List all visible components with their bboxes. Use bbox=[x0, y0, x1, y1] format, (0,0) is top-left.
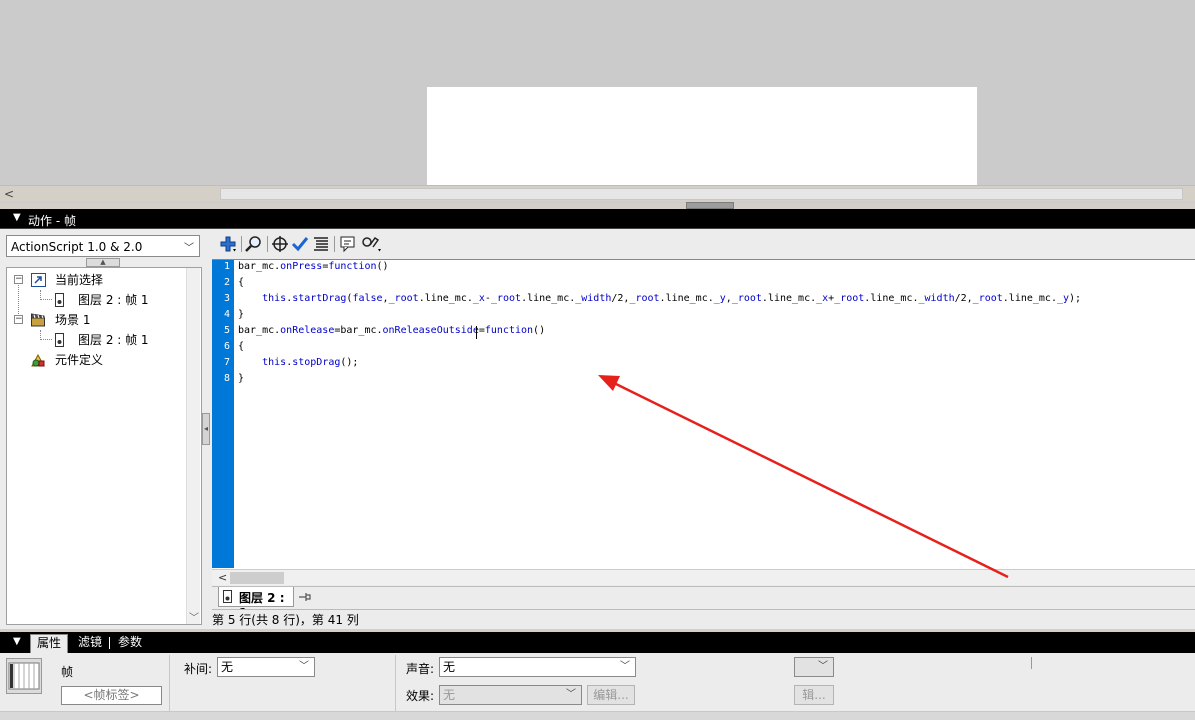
tween-label: 补间: bbox=[184, 662, 213, 676]
tree-item-scene[interactable]: − 场景 1 bbox=[7, 310, 187, 330]
sync-select[interactable]: ﹀ bbox=[794, 657, 834, 677]
line-number: 1 bbox=[223, 261, 230, 272]
properties-panel-title-bar[interactable]: ▼ 属性 滤镜 参数 bbox=[0, 632, 1195, 653]
effect-value: 无 bbox=[443, 688, 456, 702]
sound-value: 无 bbox=[443, 660, 456, 674]
code-line[interactable]: bar_mc.onPress=function() bbox=[238, 259, 389, 275]
collapse-triangle-icon[interactable]: ▼ bbox=[13, 212, 21, 223]
actions-panel-title-bar[interactable]: ▼ 动作 - 帧 bbox=[0, 209, 1195, 229]
script-navigator-tree[interactable]: − 当前选择 图层 2 : 帧 1 − 场景 1 图层 2 : 帧 1 元件定义 bbox=[6, 267, 202, 625]
line-number: 6 bbox=[223, 341, 230, 352]
collapse-triangle-icon[interactable]: ▼ bbox=[13, 636, 21, 647]
chevron-down-icon: ﹀ bbox=[184, 243, 194, 254]
scene-clapper-icon bbox=[31, 313, 46, 327]
sound-select[interactable]: 无 ﹀ bbox=[439, 657, 636, 677]
tween-select[interactable]: 无 ﹀ bbox=[217, 657, 315, 677]
code-line[interactable]: } bbox=[238, 307, 244, 323]
panel-resize-handle[interactable] bbox=[686, 202, 734, 209]
add-statement-icon[interactable] bbox=[218, 234, 238, 254]
line-number-gutter: 1 2 3 4 5 6 7 8 bbox=[212, 260, 234, 568]
scrollbar-thumb[interactable] bbox=[220, 188, 1183, 200]
tree-scroll-up-button[interactable]: ▲ bbox=[86, 258, 120, 267]
tab-filters[interactable]: 滤镜 bbox=[72, 634, 108, 653]
chevron-down-icon: ﹀ bbox=[566, 689, 576, 700]
edit-effect-button[interactable]: 编辑... bbox=[587, 685, 635, 705]
stage-horizontal-scrollbar[interactable]: < bbox=[0, 185, 1195, 202]
tree-item-label: 图层 2 : 帧 1 bbox=[78, 333, 149, 347]
properties-bottom-row bbox=[0, 711, 1195, 720]
tree-item-current-selection[interactable]: − 当前选择 bbox=[7, 270, 187, 290]
line-number: 7 bbox=[223, 357, 230, 368]
effect-label: 效果: bbox=[406, 689, 435, 703]
stage-canvas[interactable] bbox=[427, 87, 977, 185]
code-hint-icon[interactable] bbox=[338, 234, 358, 254]
current-selection-icon bbox=[31, 273, 46, 287]
line-number: 2 bbox=[223, 277, 230, 288]
frame-script-icon bbox=[223, 590, 232, 603]
tree-item-current-frame[interactable]: 图层 2 : 帧 1 bbox=[7, 290, 187, 310]
tab-properties[interactable]: 属性 bbox=[30, 634, 69, 653]
script-tab[interactable]: 图层 2 : 1 bbox=[218, 587, 294, 620]
tree-item-scene-frame[interactable]: 图层 2 : 帧 1 bbox=[7, 330, 187, 350]
edit-sync-button[interactable]: 辑... bbox=[794, 685, 834, 705]
line-number: 5 bbox=[223, 325, 230, 336]
debug-options-icon[interactable] bbox=[360, 234, 381, 254]
navigator-collapse-handle[interactable]: ◂ bbox=[202, 413, 210, 445]
text-caret bbox=[476, 326, 477, 339]
chevron-down-icon: ﹀ bbox=[299, 661, 309, 672]
frame-script-icon bbox=[55, 293, 64, 307]
cursor-position-text: 第 5 行(共 8 行)，第 41 列 bbox=[212, 613, 359, 627]
line-number: 4 bbox=[223, 309, 230, 320]
chevron-down-icon: ﹀ bbox=[620, 661, 630, 672]
scroll-down-icon[interactable]: ﹀ bbox=[189, 609, 199, 624]
scroll-left-icon[interactable]: < bbox=[4, 186, 16, 202]
actions-panel-title: 动作 - 帧 bbox=[28, 214, 76, 228]
symbol-definitions-icon bbox=[31, 353, 46, 367]
insert-target-path-icon[interactable] bbox=[270, 234, 290, 254]
collapse-toggle-icon[interactable]: − bbox=[14, 275, 23, 284]
tween-value: 无 bbox=[221, 660, 234, 674]
language-value: ActionScript 1.0 & 2.0 bbox=[11, 240, 143, 254]
editor-horizontal-scrollbar[interactable]: < bbox=[212, 569, 1195, 585]
code-line[interactable]: { bbox=[238, 339, 244, 355]
line-number: 8 bbox=[223, 373, 230, 384]
code-line[interactable]: bar_mc.onRelease=bar_mc.onReleaseOutside… bbox=[238, 323, 545, 339]
frame-properties-icon bbox=[6, 658, 42, 694]
script-language-select[interactable]: ActionScript 1.0 & 2.0 ﹀ bbox=[6, 235, 200, 257]
collapse-toggle-icon[interactable]: − bbox=[14, 315, 23, 324]
scroll-left-icon[interactable]: < bbox=[218, 570, 227, 585]
line-number: 3 bbox=[223, 293, 230, 304]
chevron-down-icon: ﹀ bbox=[818, 661, 828, 672]
status-bar: 第 5 行(共 8 行)，第 41 列 bbox=[212, 609, 1195, 629]
check-syntax-icon[interactable] bbox=[290, 234, 310, 254]
tree-item-label: 场景 1 bbox=[55, 313, 91, 327]
script-tab-bar bbox=[212, 586, 1195, 608]
code-line[interactable]: } bbox=[238, 371, 244, 387]
scrollbar-thumb[interactable] bbox=[230, 572, 284, 584]
tree-item-label: 元件定义 bbox=[55, 353, 104, 367]
code-line[interactable]: this.startDrag(false,_root.line_mc._x-_r… bbox=[238, 291, 1081, 307]
divider bbox=[1031, 657, 1032, 669]
auto-format-icon[interactable] bbox=[311, 234, 331, 254]
tree-item-label: 图层 2 : 帧 1 bbox=[78, 293, 149, 307]
find-icon[interactable] bbox=[244, 234, 264, 254]
actions-toolbar bbox=[212, 230, 1195, 258]
frame-script-icon bbox=[55, 333, 64, 347]
tree-vertical-scrollbar[interactable]: ﹀ bbox=[186, 268, 200, 624]
effect-select[interactable]: 无 ﹀ bbox=[439, 685, 582, 705]
code-line[interactable]: { bbox=[238, 275, 244, 291]
code-line[interactable]: this.stopDrag(); bbox=[238, 355, 358, 371]
pin-script-icon[interactable] bbox=[298, 590, 312, 604]
tree-item-label: 当前选择 bbox=[55, 273, 104, 287]
tab-parameters[interactable]: 参数 bbox=[112, 634, 148, 653]
frame-name-input[interactable]: <帧标签> bbox=[61, 686, 162, 705]
tree-item-symbol-definitions[interactable]: 元件定义 bbox=[7, 350, 187, 370]
sound-label: 声音: bbox=[406, 662, 435, 676]
frame-type-label: 帧 bbox=[61, 665, 74, 679]
